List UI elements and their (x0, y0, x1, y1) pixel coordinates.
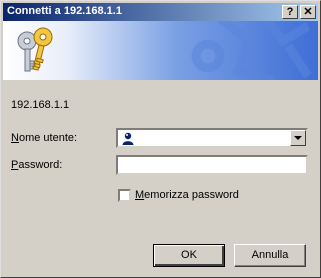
host-label: 192.168.1.1 (11, 99, 70, 111)
window-title: Connetti a 192.168.1.1 (7, 5, 122, 17)
password-field[interactable] (116, 155, 308, 175)
close-button[interactable]: ✕ (300, 5, 316, 19)
username-label-text: ome utente: (18, 132, 78, 144)
help-button[interactable]: ? (282, 5, 298, 19)
remember-label-accesskey: M (135, 189, 145, 201)
username-combobox[interactable] (116, 128, 308, 148)
chevron-down-icon (294, 136, 302, 140)
password-label: Password: (11, 159, 62, 171)
password-label-text: assword: (18, 159, 63, 171)
remember-label-text: emorizza password (144, 189, 239, 201)
banner (3, 21, 318, 80)
keys-watermark-icon (191, 21, 312, 80)
username-label-accesskey: N (11, 132, 19, 144)
username-dropdown-button[interactable] (290, 130, 306, 146)
keys-icon (17, 27, 53, 72)
cancel-button[interactable]: Annulla (234, 244, 306, 267)
remember-password-checkbox[interactable] (118, 189, 131, 202)
user-icon (122, 132, 134, 145)
remember-password-label[interactable]: Memorizza password (135, 189, 239, 201)
username-label: Nome utente: (11, 132, 77, 144)
ok-button[interactable]: OK (153, 244, 225, 267)
title-bar[interactable]: Connetti a 192.168.1.1 ? ✕ (3, 3, 318, 21)
login-dialog: Connetti a 192.168.1.1 ? ✕ 192.168.1.1 N… (0, 0, 321, 278)
